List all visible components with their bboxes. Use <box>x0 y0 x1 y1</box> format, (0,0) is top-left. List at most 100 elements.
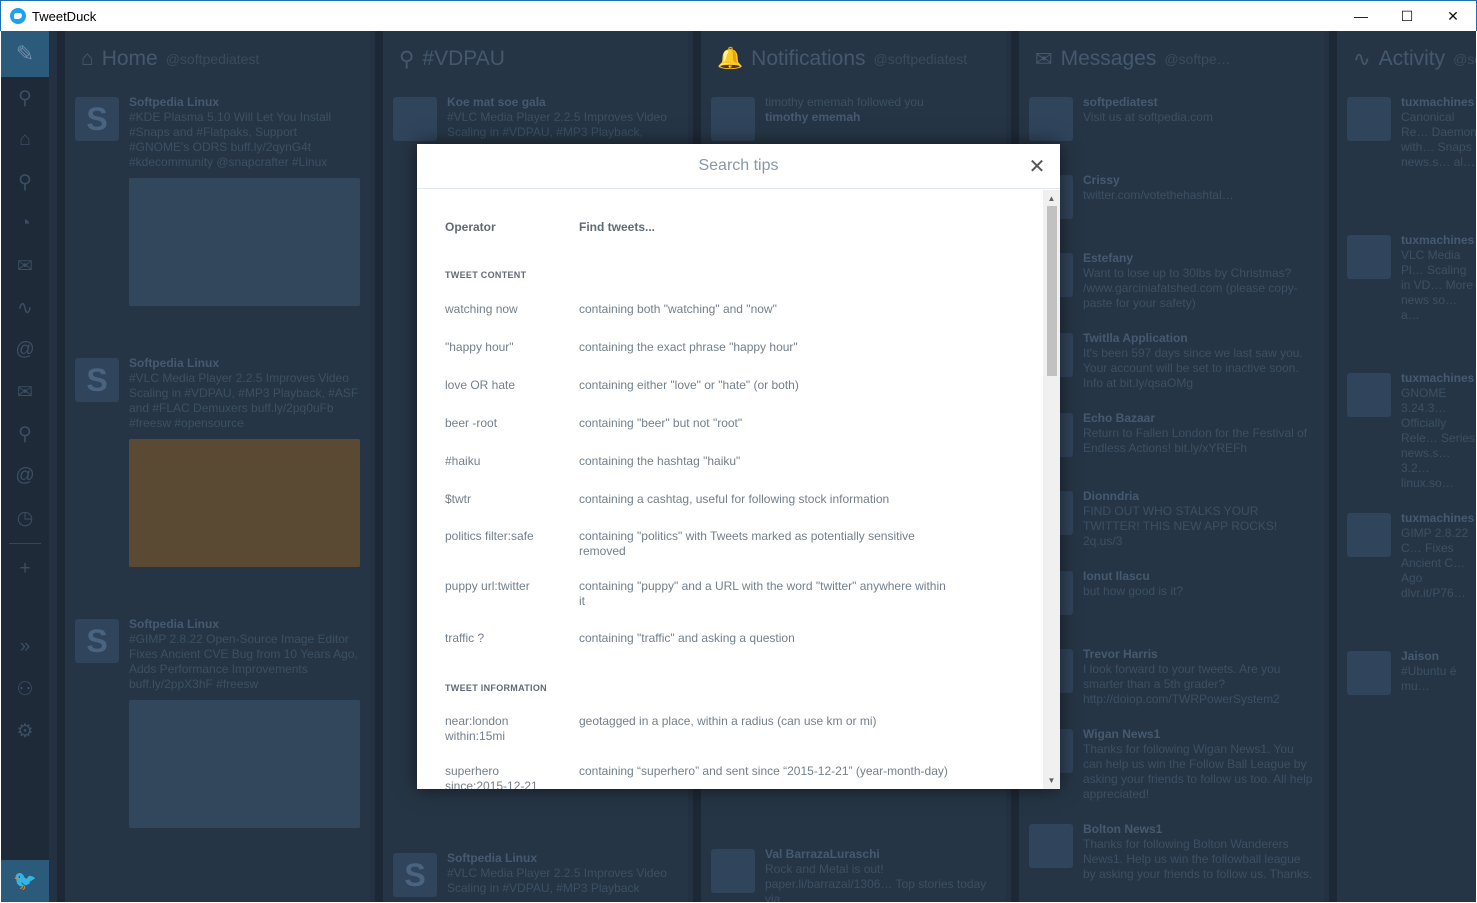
accounts-icon[interactable]: ⚇ <box>1 668 49 710</box>
scroll-down-icon[interactable]: ▼ <box>1043 772 1060 789</box>
mentions-icon[interactable]: @ <box>1 329 49 371</box>
tweet[interactable]: Ionut Ilascu but how good is it? <box>1019 561 1324 639</box>
tip-operator: "happy hour" <box>445 340 514 354</box>
tweet-text: It's been 597 days since we last saw you… <box>1083 346 1303 390</box>
notifications-icon[interactable]: ◔ <box>1 203 49 245</box>
tweet-user: Softpedia Linux <box>129 617 219 631</box>
tweet[interactable]: Bolton News1 Thanks for following Bolton … <box>1019 814 1324 894</box>
tip-operator: puppy url:twitter <box>445 579 530 593</box>
tweet-text: Visit us at softpedia.com <box>1083 110 1213 124</box>
messages2-icon[interactable]: ✉ <box>1 371 49 413</box>
maximize-button[interactable]: ☐ <box>1384 1 1430 31</box>
scheduled-icon[interactable]: ◷ <box>1 497 49 539</box>
activity-icon: ∿ <box>1353 47 1371 71</box>
column-title: Notifications <box>751 47 866 70</box>
tweet-text: Thanks for following Wigan News1. You ca… <box>1083 742 1313 801</box>
close-window-button[interactable]: ✕ <box>1430 1 1476 31</box>
tweet-user: tuxmachines <box>1401 511 1475 525</box>
minimize-button[interactable]: — <box>1338 1 1384 31</box>
tweet[interactable]: tuxmachines VLC Media Pl… Scaling in VD… … <box>1337 225 1476 363</box>
tip-row: beer -root containing "beer" but not "roo… <box>445 416 1015 431</box>
avatar <box>711 97 755 141</box>
avatar <box>1347 373 1391 417</box>
tip-description: containing both "watching" and "now" <box>579 302 777 316</box>
tip-description: containing a cashtag, useful for followi… <box>579 492 890 506</box>
tweet[interactable]: Wigan News1 Thanks for following Wigan Ne… <box>1019 719 1324 814</box>
tweet[interactable]: Koe mat soe gala #VLC Media Player 2.2.5… <box>383 87 688 152</box>
tweet-user: Val BarrazaLuraschi <box>765 847 880 861</box>
tweet[interactable]: S Softpedia Linux #VLC Media Player 2.2.… <box>383 843 688 902</box>
tweet[interactable]: timothy ememah followed you timothy emem… <box>701 87 1006 147</box>
tweet[interactable]: Val BarrazaLuraschi Rock and Metal is ou… <box>701 839 1006 902</box>
tweet-text: Return to Fallen London for the Festival… <box>1083 426 1308 455</box>
tweet-text: FIND OUT WHO STALKS YOUR TWITTER! THIS N… <box>1083 504 1278 548</box>
tweet-user: timothy ememah <box>765 110 861 124</box>
expand-icon[interactable]: » <box>1 626 49 668</box>
title-bar: TweetDuck — ☐ ✕ <box>0 0 1477 31</box>
activity-icon[interactable]: ∿ <box>1 287 49 329</box>
home-icon: ⌂ <box>81 47 94 70</box>
tweet-text: #VLC Media Player 2.2.5 Improves Video S… <box>447 110 667 139</box>
tweet[interactable]: S Softpedia Linux #VLC Media Player 2.2.… <box>65 348 370 579</box>
tweet-text: #VLC Media Player 2.2.5 Improves Video S… <box>129 371 359 430</box>
tweet[interactable]: Dionndria FIND OUT WHO STALKS YOUR TWITTE… <box>1019 481 1324 561</box>
tweet-user: Ionut Ilascu <box>1083 569 1150 583</box>
tip-row: $twtr containing a cashtag, useful for fo… <box>445 492 1015 507</box>
messages-icon: ✉ <box>1035 47 1053 71</box>
notifications-icon: 🔔 <box>717 47 744 70</box>
tip-operator: politics filter:safe <box>445 529 534 543</box>
tip-row: #haiku containing the hashtag "haiku" <box>445 454 1015 469</box>
tip-description: containing the hashtag "haiku" <box>579 454 741 468</box>
tweet[interactable]: tuxmachines Canonical Re… Daemon with… Sn… <box>1337 87 1476 225</box>
search-column-icon[interactable]: ⚲ <box>1 161 49 203</box>
tweet-user: Koe mat soe gala <box>447 95 546 109</box>
tip-row: traffic ? containing "traffic" and asking… <box>445 631 1015 646</box>
tweet[interactable]: Estefany Want to lose up to 30lbs by Chri… <box>1019 243 1324 323</box>
column-subtitle: @softpediatest <box>873 51 968 67</box>
avatar <box>1029 824 1073 868</box>
tip-row: superhero since:2015-12-21 containing “su… <box>445 764 1015 789</box>
mentions2-icon[interactable]: @ <box>1 455 49 497</box>
tweet-media[interactable] <box>129 700 360 828</box>
tweet-user: Estefany <box>1083 251 1134 265</box>
scroll-thumb[interactable] <box>1047 206 1057 376</box>
add-column-icon[interactable]: + <box>1 548 49 590</box>
tweet-user: Softpedia Linux <box>129 356 219 370</box>
tweet[interactable]: tuxmachines GIMP 2.8.22 C… Fixes Ancient … <box>1337 503 1476 641</box>
tweet[interactable]: S Softpedia Linux #KDE Plasma 5.10 Will … <box>65 87 370 318</box>
column-activity: ∿ Activity @sof tuxmachinesCanonical Re…… <box>1329 31 1476 902</box>
tweet[interactable]: Echo Bazaar Return to Fallen London for t… <box>1019 403 1324 481</box>
tweet-text: GIMP 2.8.22 C… Fixes Ancient C… Ago dlvr… <box>1401 526 1469 600</box>
tweet-text: Rock and Metal is out! paper.li/barrazal… <box>765 862 987 902</box>
twitter-icon[interactable]: 🐦 <box>1 860 49 902</box>
search-icon[interactable]: ⚲ <box>1 77 49 119</box>
dialog-body: Operator Find tweets... TWEET CONTENT TW… <box>417 190 1043 789</box>
search2-icon[interactable]: ⚲ <box>1 413 49 455</box>
tweet[interactable]: Jaison #Ubuntu é mu… <box>1337 641 1476 779</box>
tweet-media[interactable] <box>129 178 360 306</box>
avatar <box>1347 513 1391 557</box>
tip-row: "happy hour" containing the exact phrase … <box>445 340 1015 355</box>
tweet-media[interactable] <box>129 439 360 567</box>
tweet[interactable]: tuxmachines GNOME 3.24.3… Officially Rele… <box>1337 363 1476 503</box>
column-home: ⌂ Home @softpediatest S Softpedia Linux … <box>57 31 370 902</box>
search-column-icon: ⚲ <box>399 47 415 71</box>
tweet[interactable]: S Softpedia Linux #GIMP 2.8.22 Open-Sour… <box>65 609 370 840</box>
tweet-user: Jaison <box>1401 649 1440 663</box>
tweet[interactable]: Trevor Harris I look forward to your twee… <box>1019 639 1324 719</box>
avatar <box>1029 97 1073 141</box>
compose-icon[interactable]: ✎ <box>1 31 49 77</box>
dialog-scrollbar[interactable]: ▲ ▼ <box>1043 190 1060 789</box>
tweet[interactable]: softpediatest Visit us at softpedia.com <box>1019 87 1324 165</box>
settings-icon[interactable]: ⚙ <box>1 710 49 752</box>
tip-row: politics filter:safe containing "politics… <box>445 529 1015 559</box>
home-icon[interactable]: ⌂ <box>1 119 49 161</box>
dialog-title: Search tips <box>698 157 779 174</box>
close-icon[interactable]: ✕ <box>1026 155 1048 178</box>
scroll-up-icon[interactable]: ▲ <box>1043 190 1060 207</box>
avatar <box>1347 235 1391 279</box>
messages-icon[interactable]: ✉ <box>1 245 49 287</box>
tweet-user: Bolton News1 <box>1083 822 1163 836</box>
tweet[interactable]: Crissy twitter.com/votethehashtal… <box>1019 165 1324 243</box>
tweet[interactable]: Twitlla Application It's been 597 days si… <box>1019 323 1324 403</box>
